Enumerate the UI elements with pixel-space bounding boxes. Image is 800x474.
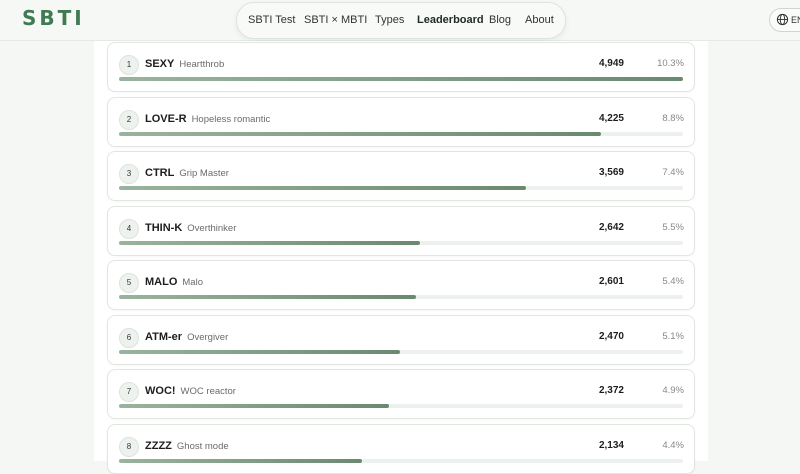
nav-blog[interactable]: Blog — [489, 14, 511, 26]
rank-badge: 3 — [119, 164, 139, 184]
vote-percent: 7.4% — [662, 167, 684, 178]
type-code: LOVE-R Hopeless romantic — [145, 113, 270, 125]
nav-sbti-test[interactable]: SBTI Test — [248, 14, 295, 26]
progress-fill — [119, 77, 683, 81]
progress-track — [119, 77, 683, 81]
site-logo[interactable]: SBTI — [22, 6, 85, 30]
type-name: WOC reactor — [180, 386, 236, 397]
nav-types[interactable]: Types — [375, 14, 404, 26]
progress-fill — [119, 295, 416, 299]
rank-badge: 2 — [119, 110, 139, 130]
leaderboard-row[interactable]: 2 LOVE-R Hopeless romantic 4,225 8.8% — [107, 97, 695, 147]
type-name: Overthinker — [187, 223, 237, 234]
vote-percent: 4.9% — [662, 385, 684, 396]
leaderboard-row[interactable]: 6 ATM-er Overgiver 2,470 5.1% — [107, 315, 695, 365]
progress-track — [119, 241, 683, 245]
progress-track — [119, 186, 683, 190]
type-code: THIN-K Overthinker — [145, 222, 236, 234]
vote-percent: 8.8% — [662, 113, 684, 124]
rank-badge: 1 — [119, 55, 139, 75]
type-code: ATM-er Overgiver — [145, 331, 228, 343]
progress-fill — [119, 241, 421, 245]
vote-count: 2,372 — [598, 385, 624, 396]
nav-sbti-mbti[interactable]: SBTI × MBTI — [304, 14, 367, 26]
leaderboard-row[interactable]: 7 WOC! WOC reactor 2,372 4.9% — [107, 369, 695, 419]
type-code: ZZZZ Ghost mode — [145, 440, 229, 452]
type-code: CTRL Grip Master — [145, 167, 229, 179]
rank-badge: 8 — [119, 437, 139, 457]
main-nav: SBTI Test SBTI × MBTI Types Leaderboard … — [236, 2, 566, 39]
type-code-text: LOVE-R — [145, 113, 187, 125]
vote-percent: 10.3% — [657, 58, 684, 69]
type-code: SEXY Heartthrob — [145, 58, 224, 70]
progress-track — [119, 295, 683, 299]
rank-badge: 6 — [119, 328, 139, 348]
progress-track — [119, 132, 683, 136]
type-name: Heartthrob — [179, 59, 225, 70]
rank-badge: 5 — [119, 273, 139, 293]
rank-badge: 7 — [119, 382, 139, 402]
vote-percent: 5.1% — [662, 331, 684, 342]
vote-count: 2,601 — [598, 276, 624, 287]
type-code-text: ZZZZ — [145, 440, 172, 452]
leaderboard-row[interactable]: 3 CTRL Grip Master 3,569 7.4% — [107, 151, 695, 201]
leaderboard-row[interactable]: 5 MALO Malo 2,601 5.4% — [107, 260, 695, 310]
type-code-text: CTRL — [145, 167, 175, 179]
vote-count: 2,134 — [598, 440, 624, 451]
vote-count: 3,569 — [598, 167, 624, 178]
vote-count: 4,949 — [598, 58, 624, 69]
type-code: WOC! WOC reactor — [145, 385, 236, 397]
leaderboard-row[interactable]: 8 ZZZZ Ghost mode 2,134 4.4% — [107, 424, 695, 474]
vote-percent: 5.5% — [662, 222, 684, 233]
globe-icon — [776, 13, 789, 26]
type-code-text: WOC! — [145, 385, 176, 397]
vote-count: 2,642 — [598, 222, 624, 233]
type-code-text: SEXY — [145, 58, 175, 70]
vote-count: 4,225 — [598, 113, 624, 124]
vote-count: 2,470 — [598, 331, 624, 342]
type-code-text: MALO — [145, 276, 178, 288]
progress-fill — [119, 132, 602, 136]
type-name: Ghost mode — [176, 441, 229, 452]
type-name: Overgiver — [187, 332, 229, 343]
progress-fill — [119, 459, 363, 463]
site-header: SBTI SBTI Test SBTI × MBTI Types Leaderb… — [0, 0, 800, 41]
progress-track — [119, 459, 683, 463]
type-code-text: ATM-er — [145, 331, 183, 343]
language-button[interactable]: EN — [769, 8, 800, 32]
vote-percent: 4.4% — [662, 440, 684, 451]
progress-track — [119, 404, 683, 408]
language-label: EN — [791, 15, 800, 25]
leaderboard-row[interactable]: 4 THIN-K Overthinker 2,642 5.5% — [107, 206, 695, 256]
progress-track — [119, 350, 683, 354]
progress-fill — [119, 186, 527, 190]
leaderboard-row[interactable]: 1 SEXY Heartthrob 4,949 10.3% — [107, 42, 695, 92]
type-name: Grip Master — [179, 168, 229, 179]
vote-percent: 5.4% — [662, 276, 684, 287]
type-code-text: THIN-K — [145, 222, 183, 234]
leaderboard-panel: 1 SEXY Heartthrob 4,949 10.3% 2 LOVE-R Hop… — [94, 41, 708, 474]
rank-badge: 4 — [119, 219, 139, 239]
progress-fill — [119, 404, 390, 408]
nav-about[interactable]: About — [525, 14, 554, 26]
type-code: MALO Malo — [145, 276, 203, 288]
nav-leaderboard[interactable]: Leaderboard — [417, 14, 484, 26]
type-name: Malo — [182, 277, 203, 288]
type-name: Hopeless romantic — [191, 114, 271, 125]
progress-fill — [119, 350, 401, 354]
